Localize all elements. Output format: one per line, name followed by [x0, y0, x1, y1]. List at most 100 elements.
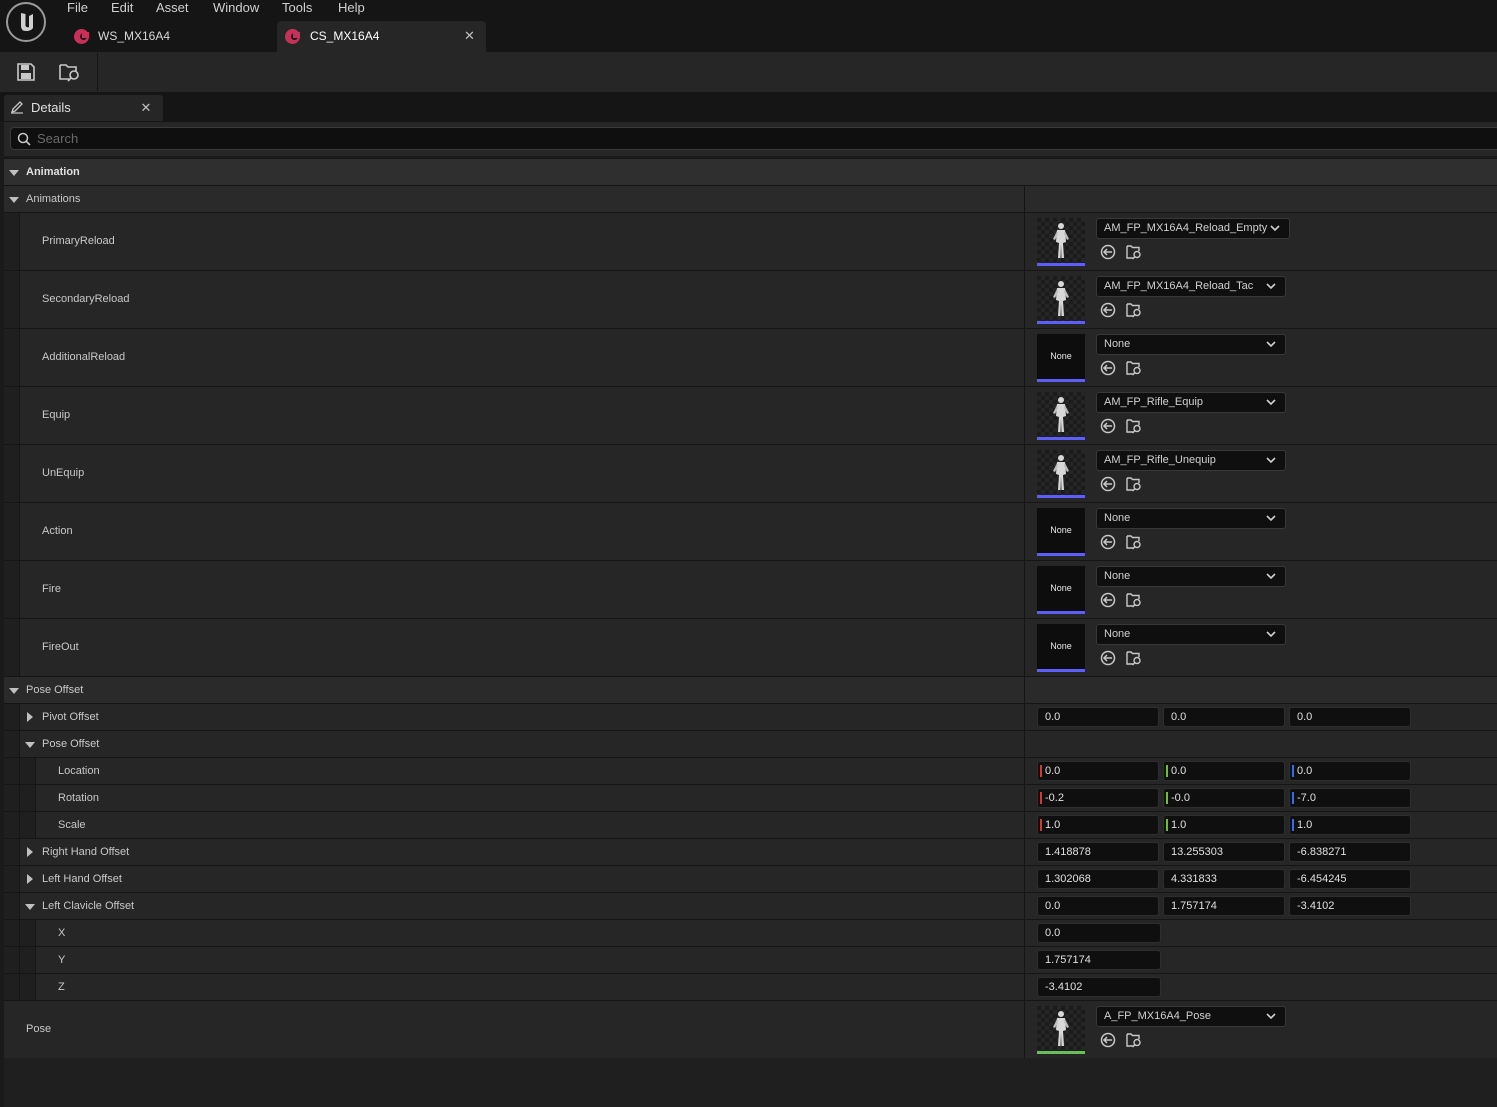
- animation-asset-combo[interactable]: AM_FP_MX16A4_Reload_Tac: [1096, 276, 1286, 297]
- close-icon[interactable]: ✕: [140, 99, 152, 117]
- browse-to-asset-button[interactable]: [59, 62, 79, 82]
- animation-thumbnail[interactable]: [1037, 218, 1085, 266]
- browse-folder-icon[interactable]: [1126, 244, 1142, 260]
- menu-edit[interactable]: Edit: [111, 0, 133, 16]
- collapse-arrow-icon[interactable]: [9, 688, 19, 694]
- animation-asset-combo[interactable]: None: [1096, 508, 1286, 529]
- unreal-logo-icon[interactable]: [6, 2, 46, 42]
- use-selected-asset-icon[interactable]: [1100, 650, 1116, 666]
- scale-z-field[interactable]: 1.0: [1289, 815, 1411, 835]
- animation-asset-combo[interactable]: AM_FP_Rifle_Unequip: [1096, 450, 1286, 471]
- animation-asset-value: None: [1104, 512, 1131, 524]
- use-selected-asset-icon[interactable]: [1100, 534, 1116, 550]
- rotation-z-field[interactable]: -7.0: [1289, 788, 1411, 808]
- location-z-field[interactable]: 0.0: [1289, 761, 1411, 781]
- expand-arrow-icon[interactable]: [27, 847, 33, 857]
- use-selected-asset-icon[interactable]: [1100, 244, 1116, 260]
- category-animation[interactable]: Animation: [4, 158, 1497, 185]
- chevron-down-icon: [1266, 283, 1276, 290]
- expand-arrow-icon[interactable]: [27, 712, 33, 722]
- use-selected-asset-icon[interactable]: [1100, 592, 1116, 608]
- animation-thumbnail[interactable]: None: [1037, 508, 1085, 556]
- property-label: Left Hand Offset: [42, 873, 122, 885]
- pose-thumbnail[interactable]: [1037, 1006, 1085, 1054]
- clavicle-z-field[interactable]: -3.4102: [1037, 977, 1161, 997]
- menu-asset[interactable]: Asset: [156, 0, 189, 16]
- animation-asset-combo[interactable]: AM_FP_Rifle_Equip: [1096, 392, 1286, 413]
- collapse-arrow-icon[interactable]: [25, 742, 35, 748]
- group-pose-offset[interactable]: Pose Offset: [4, 676, 1497, 703]
- right-hand-offset-x-field[interactable]: 1.418878: [1037, 842, 1159, 862]
- left-hand-offset-x-field[interactable]: 1.302068: [1037, 869, 1159, 889]
- collapse-arrow-icon[interactable]: [25, 904, 35, 910]
- use-selected-asset-icon[interactable]: [1100, 476, 1116, 492]
- menu-tools[interactable]: Tools: [282, 0, 312, 16]
- expand-arrow-icon[interactable]: [27, 874, 33, 884]
- property-label: Pivot Offset: [42, 711, 99, 723]
- browse-folder-icon[interactable]: [1126, 476, 1142, 492]
- menu-window[interactable]: Window: [213, 0, 259, 16]
- browse-folder-icon[interactable]: [1126, 418, 1142, 434]
- animation-asset-combo[interactable]: None: [1096, 624, 1286, 645]
- menu-help[interactable]: Help: [338, 0, 365, 16]
- animation-thumbnail[interactable]: [1037, 450, 1085, 498]
- browse-folder-icon[interactable]: [1126, 534, 1142, 550]
- right-hand-offset-y-field[interactable]: 13.255303: [1163, 842, 1285, 862]
- location-x-field[interactable]: 0.0: [1037, 761, 1159, 781]
- scale-y-field[interactable]: 1.0: [1163, 815, 1285, 835]
- animation-thumbnail[interactable]: None: [1037, 624, 1085, 672]
- property-label: Z: [58, 981, 65, 993]
- use-selected-asset-icon[interactable]: [1100, 360, 1116, 376]
- right-hand-offset-z-field[interactable]: -6.838271: [1289, 842, 1411, 862]
- animation-asset-combo[interactable]: None: [1096, 334, 1286, 355]
- menu-file[interactable]: File: [67, 0, 88, 16]
- animation-asset-combo[interactable]: None: [1096, 566, 1286, 587]
- browse-folder-icon[interactable]: [1126, 302, 1142, 318]
- save-button[interactable]: [16, 62, 36, 82]
- property-primaryreload: PrimaryReload AM_FP_MX16A4_Reload_Empty: [4, 212, 1497, 270]
- left-clavicle-offset-z-field[interactable]: -3.4102: [1289, 896, 1411, 916]
- browse-folder-icon[interactable]: [1126, 650, 1142, 666]
- location-y-field[interactable]: 0.0: [1163, 761, 1285, 781]
- property-left-hand-offset: Left Hand Offset 1.302068 4.331833 -6.45…: [4, 865, 1497, 892]
- animation-thumbnail[interactable]: [1037, 276, 1085, 324]
- group-animations[interactable]: Animations: [4, 185, 1497, 212]
- close-tab-icon[interactable]: ✕: [464, 28, 475, 44]
- use-selected-asset-icon[interactable]: [1100, 1032, 1116, 1048]
- collapse-arrow-icon[interactable]: [9, 170, 19, 176]
- animation-asset-combo[interactable]: AM_FP_MX16A4_Reload_Empty: [1096, 218, 1290, 239]
- animation-asset-value: AM_FP_Rifle_Unequip: [1104, 454, 1216, 466]
- property-pose: Pose A_FP_MX16A4_Pose: [4, 1000, 1497, 1058]
- animation-thumbnail[interactable]: [1037, 392, 1085, 440]
- property-label: AdditionalReload: [42, 351, 126, 363]
- left-hand-offset-z-field[interactable]: -6.454245: [1289, 869, 1411, 889]
- rotation-x-field[interactable]: -0.2: [1037, 788, 1159, 808]
- collapse-arrow-icon[interactable]: [9, 197, 19, 203]
- tab-cs-mx16a4[interactable]: CS_MX16A4: [277, 21, 486, 52]
- left-hand-offset-y-field[interactable]: 4.331833: [1163, 869, 1285, 889]
- browse-folder-icon[interactable]: [1126, 592, 1142, 608]
- pivot-offset-y-field[interactable]: 0.0: [1163, 707, 1285, 727]
- use-selected-asset-icon[interactable]: [1100, 302, 1116, 318]
- pivot-offset-x-field[interactable]: 0.0: [1037, 707, 1159, 727]
- chevron-down-icon: [1266, 573, 1276, 580]
- thumbnail-none-label: None: [1050, 525, 1072, 535]
- clavicle-y-field[interactable]: 1.757174: [1037, 950, 1161, 970]
- search-input[interactable]: [37, 128, 1437, 149]
- animation-thumbnail[interactable]: None: [1037, 334, 1085, 382]
- property-x: X 0.0: [4, 919, 1497, 946]
- rotation-y-field[interactable]: -0.0: [1163, 788, 1285, 808]
- scale-x-field[interactable]: 1.0: [1037, 815, 1159, 835]
- browse-folder-icon[interactable]: [1126, 1032, 1142, 1048]
- left-clavicle-offset-x-field[interactable]: 0.0: [1037, 896, 1159, 916]
- clavicle-x-field[interactable]: 0.0: [1037, 923, 1161, 943]
- browse-folder-icon[interactable]: [1126, 360, 1142, 376]
- animation-thumbnail[interactable]: None: [1037, 566, 1085, 614]
- pivot-offset-z-field[interactable]: 0.0: [1289, 707, 1411, 727]
- pose-asset-combo[interactable]: A_FP_MX16A4_Pose: [1096, 1006, 1286, 1027]
- property-scale: Scale 1.0 1.0 1.0: [4, 811, 1497, 838]
- left-clavicle-offset-y-field[interactable]: 1.757174: [1163, 896, 1285, 916]
- tab-ws-mx16a4[interactable]: WS_MX16A4: [66, 21, 276, 52]
- category-label: Animation: [26, 166, 80, 178]
- use-selected-asset-icon[interactable]: [1100, 418, 1116, 434]
